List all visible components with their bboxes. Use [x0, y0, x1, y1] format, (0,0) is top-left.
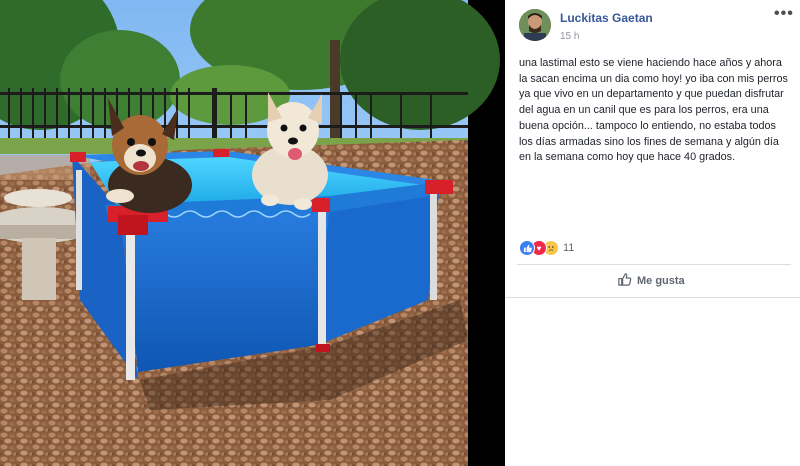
photo-viewer[interactable] — [0, 0, 505, 466]
divider — [505, 297, 800, 298]
post-photo — [0, 0, 505, 466]
more-options-icon[interactable]: ••• — [774, 5, 794, 23]
like-button[interactable]: Me gusta — [617, 272, 685, 290]
post-sidebar: Luckitas Gaetan 15 h ••• una lastimal es… — [505, 0, 800, 466]
reactions-summary[interactable]: ♥ 11 — [519, 240, 574, 256]
reaction-count: 11 — [563, 242, 575, 254]
thumbs-up-icon — [617, 272, 632, 290]
avatar-image — [519, 9, 551, 41]
divider — [517, 264, 791, 265]
like-button-label: Me gusta — [637, 275, 685, 287]
post-timestamp[interactable]: 15 h — [560, 31, 579, 42]
author-avatar[interactable] — [519, 9, 551, 41]
photo-content — [0, 0, 500, 466]
author-name[interactable]: Luckitas Gaetan — [560, 11, 653, 25]
like-icon — [519, 240, 535, 256]
post-text: una lastimal esto se viene haciendo hace… — [519, 57, 788, 164]
